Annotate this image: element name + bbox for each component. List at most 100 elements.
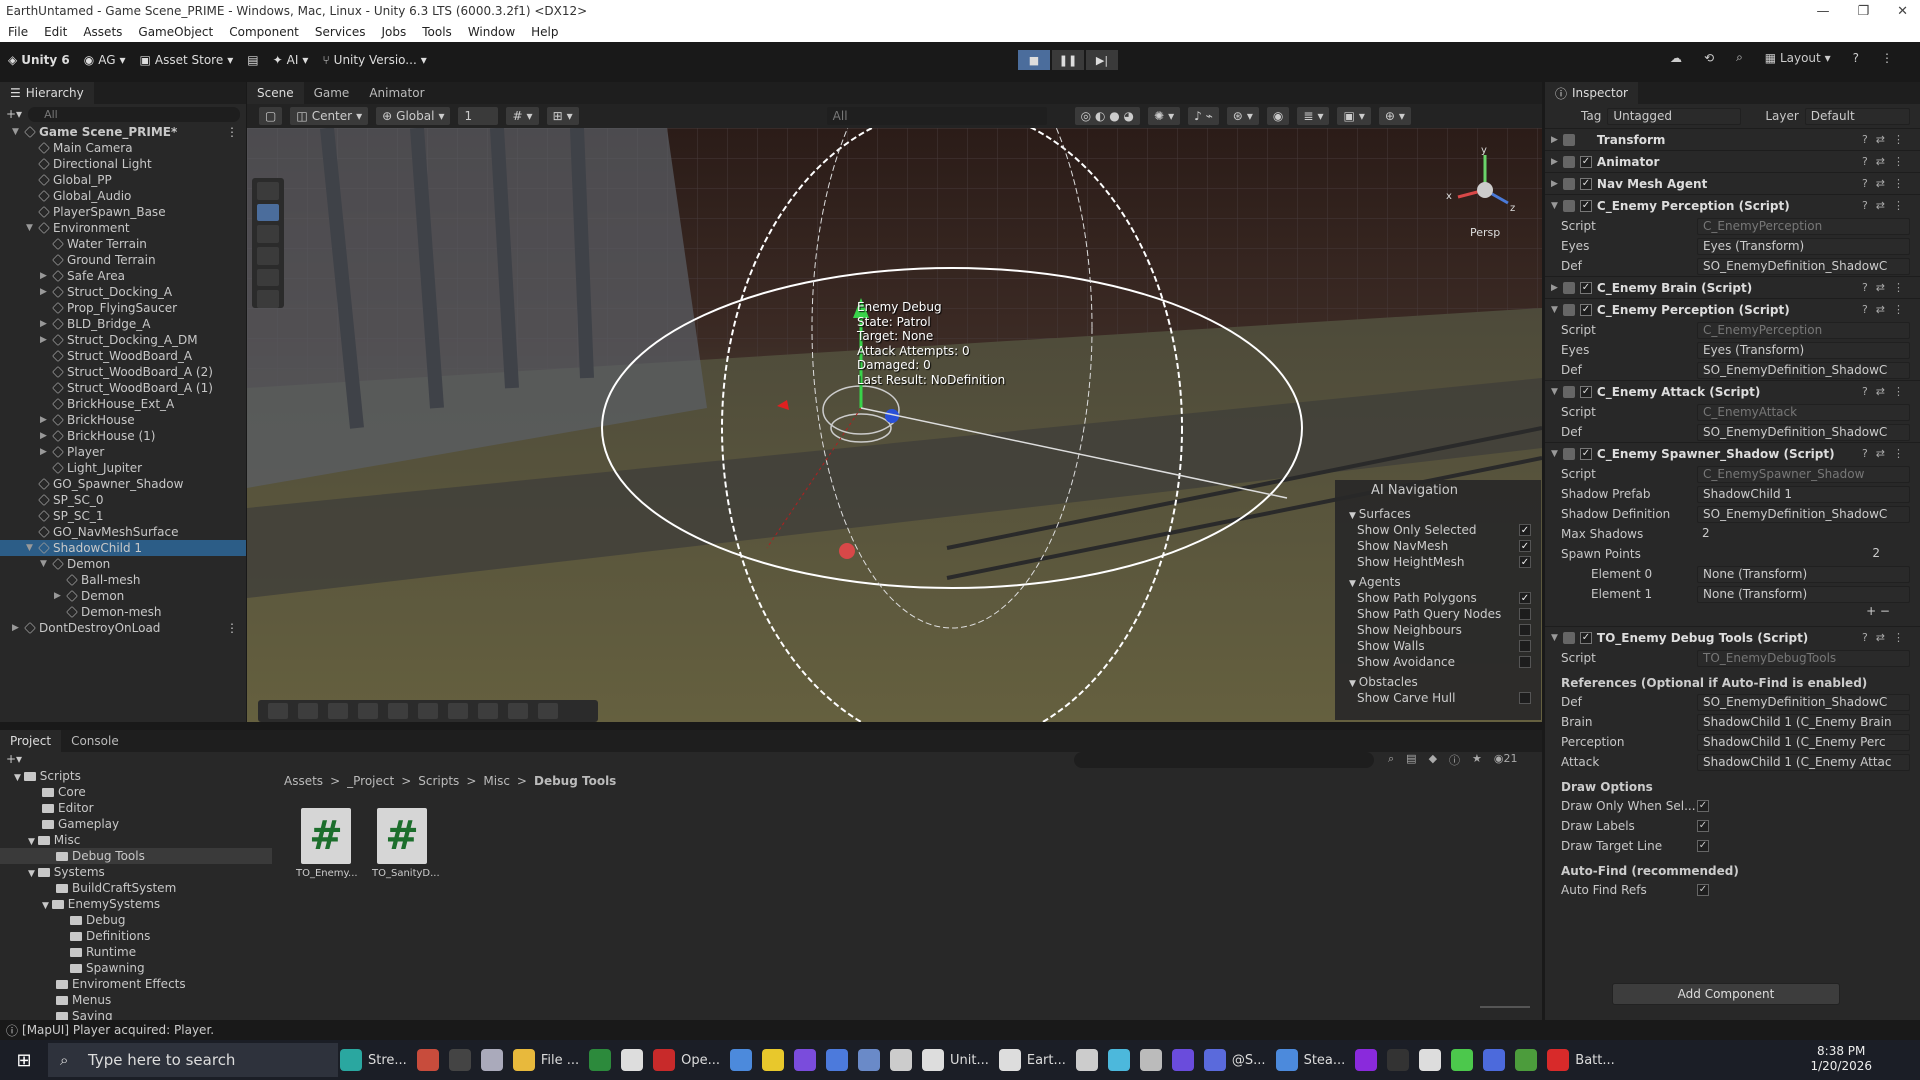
projection-label[interactable]: Persp bbox=[1470, 226, 1500, 239]
expand-arrow-icon[interactable]: ▼ bbox=[26, 540, 33, 556]
pivot-dropdown[interactable]: ◫ Center ▾ bbox=[290, 107, 369, 125]
expand-arrow-icon[interactable]: ▼ bbox=[26, 220, 33, 236]
breadcrumb-item[interactable]: Misc bbox=[483, 774, 510, 788]
property-field[interactable]: ShadowChild 1 (C_Enemy Brain bbox=[1697, 713, 1910, 731]
tool-5[interactable] bbox=[388, 703, 408, 719]
hierarchy-item[interactable]: Ground Terrain bbox=[0, 252, 246, 268]
expand-arrow-icon[interactable]: ▶ bbox=[12, 620, 19, 636]
taskbar-app[interactable] bbox=[794, 1040, 816, 1080]
checkbox[interactable]: ✓ bbox=[1697, 884, 1709, 896]
taskbar-app[interactable]: File ... bbox=[512, 1040, 579, 1080]
checkbox[interactable] bbox=[1519, 608, 1531, 620]
checkbox[interactable] bbox=[1519, 692, 1531, 704]
project-folder[interactable]: ▼ Misc bbox=[0, 832, 272, 848]
asset-store-dropdown[interactable]: ▣ Asset Store ▾ bbox=[140, 53, 234, 67]
scale-tool[interactable] bbox=[257, 247, 279, 265]
taskbar-app[interactable] bbox=[416, 1040, 439, 1080]
project-folder[interactable]: Editor bbox=[0, 800, 272, 816]
checkbox[interactable]: ✓ bbox=[1519, 556, 1531, 568]
version-control-dropdown[interactable]: ⑂ Unity Versio... ▾ bbox=[322, 53, 426, 67]
expand-arrow-icon[interactable]: ▼ bbox=[28, 837, 38, 847]
taskbar-app[interactable]: Eart... bbox=[998, 1040, 1066, 1080]
breadcrumb-item[interactable]: _Project bbox=[347, 774, 394, 788]
rect-tool[interactable] bbox=[257, 268, 279, 287]
checkbox[interactable] bbox=[1519, 656, 1531, 668]
expand-arrow-icon[interactable]: ▶ bbox=[40, 428, 47, 444]
hierarchy-item[interactable]: ▶ Struct_Docking_A_DM bbox=[0, 332, 246, 348]
expand-arrow-icon[interactable]: ▶ bbox=[40, 284, 47, 300]
checkbox[interactable]: ✓ bbox=[1519, 524, 1531, 536]
ai-nav-option[interactable]: Show Walls bbox=[1335, 638, 1541, 654]
play-button[interactable]: ■ bbox=[1018, 50, 1050, 70]
tool-9[interactable] bbox=[508, 703, 528, 719]
checkbox[interactable]: ✓ bbox=[1697, 800, 1709, 812]
hierarchy-item[interactable]: Struct_WoodBoard_A (1) bbox=[0, 380, 246, 396]
tool-1[interactable] bbox=[268, 703, 288, 719]
component-menu-icon[interactable]: ?⇄⋮ bbox=[1862, 303, 1912, 316]
hierarchy-item[interactable]: GO_Spawner_Shadow bbox=[0, 476, 246, 492]
fold-arrow-icon[interactable]: ▼ bbox=[1551, 633, 1558, 643]
hierarchy-item[interactable]: PlayerSpawn_Base bbox=[0, 204, 246, 220]
hierarchy-item[interactable]: Struct_WoodBoard_A bbox=[0, 348, 246, 364]
checkbox[interactable]: ✓ bbox=[1697, 820, 1709, 832]
tool-6[interactable] bbox=[418, 703, 438, 719]
info-icon[interactable]: ⓘ bbox=[1449, 752, 1460, 768]
collapse-arrow-icon[interactable]: ▼ bbox=[1349, 579, 1359, 589]
tab-inspector[interactable]: ⓘ Inspector bbox=[1545, 82, 1638, 104]
ai-nav-option[interactable]: Show Only Selected ✓ bbox=[1335, 522, 1541, 538]
expand-arrow-icon[interactable]: ▶ bbox=[40, 316, 47, 332]
ai-nav-option[interactable]: Show HeightMesh ✓ bbox=[1335, 554, 1541, 570]
hierarchy-item[interactable]: Prop_FlyingSaucer bbox=[0, 300, 246, 316]
fold-arrow-icon[interactable]: ▼ bbox=[1551, 387, 1558, 397]
menu-item-window[interactable]: Window bbox=[460, 25, 523, 39]
checkbox[interactable]: ✓ bbox=[1697, 840, 1709, 852]
component-menu-icon[interactable]: ?⇄⋮ bbox=[1862, 133, 1912, 146]
hierarchy-item[interactable]: ▶ BrickHouse bbox=[0, 412, 246, 428]
component-header[interactable]: ▶ ✓ C_Enemy Brain (Script) ?⇄⋮ bbox=[1545, 276, 1920, 298]
space-dropdown[interactable]: ⊕ Global ▾ bbox=[376, 107, 451, 125]
component-header[interactable]: ▶ ✓ Nav Mesh Agent ?⇄⋮ bbox=[1545, 172, 1920, 194]
project-folder[interactable]: ▼ Systems bbox=[0, 864, 272, 880]
component-enabled-checkbox[interactable]: ✓ bbox=[1579, 281, 1592, 294]
hierarchy-item[interactable]: Ball-mesh bbox=[0, 572, 246, 588]
package-manager-button[interactable]: ▤ bbox=[247, 53, 258, 67]
property-field[interactable]: C_EnemyPerception bbox=[1697, 321, 1910, 339]
expand-arrow-icon[interactable]: ▼ bbox=[42, 901, 52, 911]
menu-item-edit[interactable]: Edit bbox=[36, 25, 75, 39]
ai-nav-option[interactable]: Show Neighbours bbox=[1335, 622, 1541, 638]
tab-game[interactable]: Game bbox=[304, 82, 360, 104]
property-field[interactable]: ShadowChild 1 (C_Enemy Attac bbox=[1697, 753, 1910, 771]
taskbar-app[interactable] bbox=[1107, 1040, 1130, 1080]
taskbar-app[interactable]: Stre... bbox=[340, 1040, 407, 1080]
menu-item-gameobject[interactable]: GameObject bbox=[130, 25, 221, 39]
expand-arrow-icon[interactable]: ▼ bbox=[40, 556, 47, 572]
add-component-button[interactable]: Add Component bbox=[1612, 983, 1840, 1005]
breadcrumb-item[interactable]: Assets bbox=[284, 774, 323, 788]
menu-item-services[interactable]: Services bbox=[307, 25, 374, 39]
hierarchy-item[interactable]: ▶ BLD_Bridge_A bbox=[0, 316, 246, 332]
unity-account-button[interactable]: ◈ Unity 6 bbox=[8, 53, 70, 67]
hierarchy-item[interactable]: ▼ Game Scene_PRIME* ⋮ bbox=[0, 124, 246, 140]
history-icon[interactable]: ⟲ bbox=[1704, 51, 1714, 65]
hierarchy-item[interactable]: ▼ Environment bbox=[0, 220, 246, 236]
hierarchy-search-input[interactable]: All bbox=[28, 106, 240, 122]
hierarchy-item[interactable]: Directional Light bbox=[0, 156, 246, 172]
hierarchy-item[interactable]: SP_SC_1 bbox=[0, 508, 246, 524]
property-field[interactable]: C_EnemyAttack bbox=[1697, 403, 1910, 421]
tab-scene[interactable]: Scene bbox=[247, 82, 304, 104]
project-folder[interactable]: Gameplay bbox=[0, 816, 272, 832]
hand-tool[interactable] bbox=[257, 182, 279, 200]
property-field[interactable]: C_EnemyPerception bbox=[1697, 217, 1910, 235]
taskbar-app[interactable] bbox=[480, 1040, 503, 1080]
hierarchy-item[interactable]: Struct_WoodBoard_A (2) bbox=[0, 364, 246, 380]
component-header[interactable]: ▼ ✓ C_Enemy Spawner_Shadow (Script) ?⇄⋮ bbox=[1545, 442, 1920, 464]
fold-arrow-icon[interactable]: ▶ bbox=[1551, 157, 1558, 167]
more-icon[interactable]: ⋮ bbox=[226, 620, 238, 636]
fold-arrow-icon[interactable]: ▶ bbox=[1551, 135, 1558, 145]
component-enabled-checkbox[interactable]: ✓ bbox=[1579, 447, 1592, 460]
project-folder[interactable]: ▼ EnemySystems bbox=[0, 896, 272, 912]
tab-hierarchy[interactable]: ☰ Hierarchy bbox=[0, 82, 94, 104]
pause-button[interactable]: ❚❚ bbox=[1052, 50, 1084, 70]
expand-arrow-icon[interactable]: ▶ bbox=[40, 332, 47, 348]
property-field[interactable]: SO_EnemyDefinition_ShadowC bbox=[1697, 505, 1910, 523]
